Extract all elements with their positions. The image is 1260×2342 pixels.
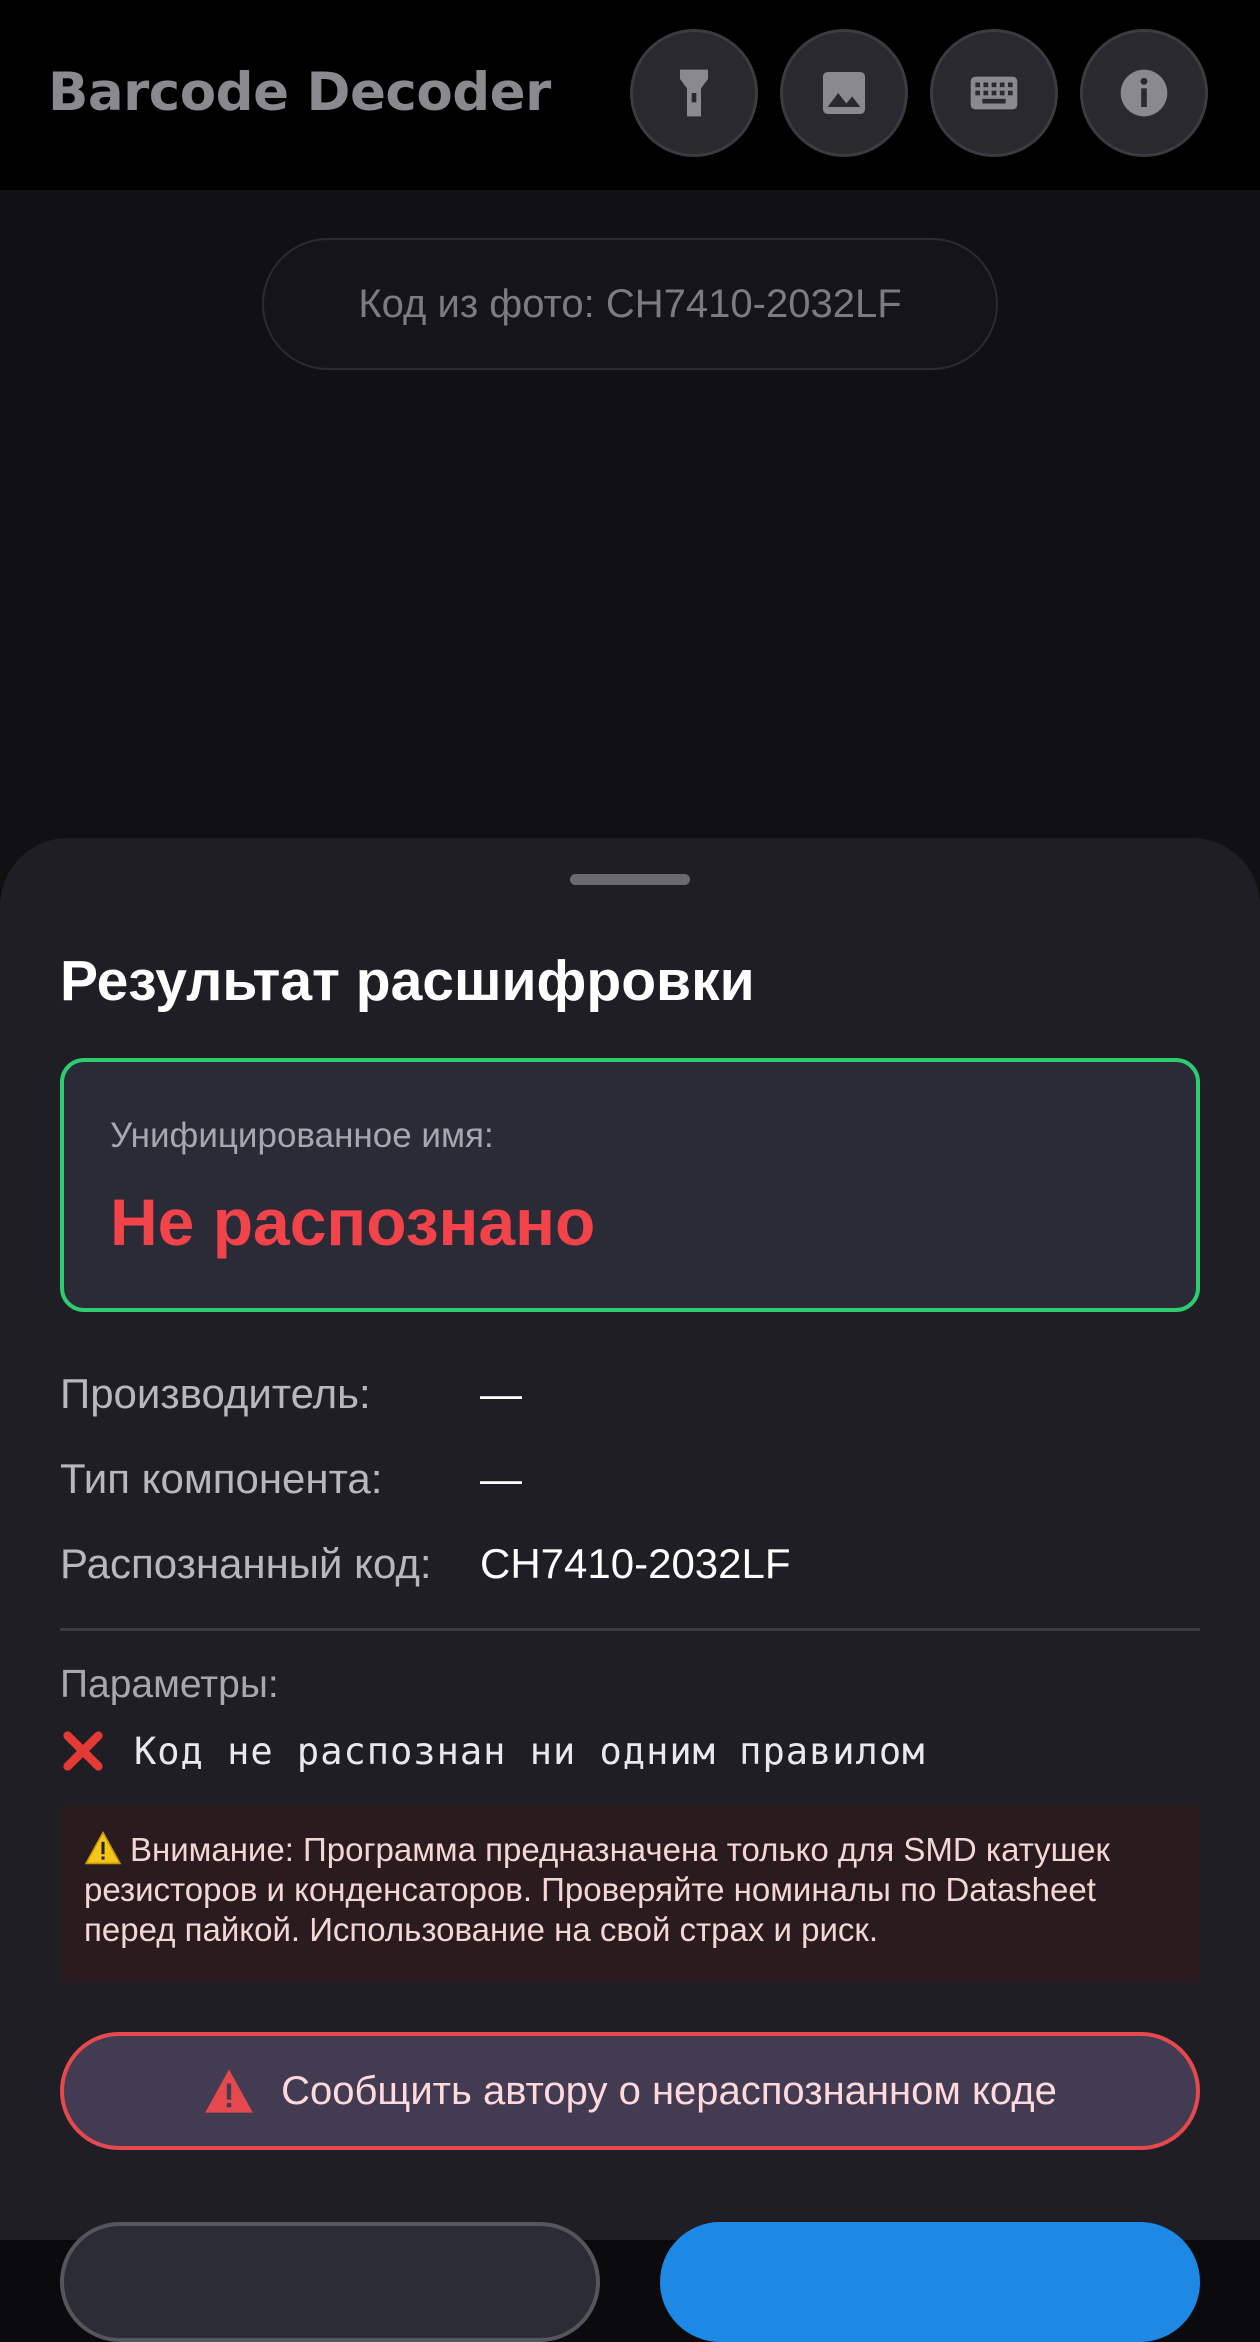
result-bottom-sheet: Результат расшифровки Унифицированное им… — [0, 838, 1260, 2342]
warning-text: Внимание: Программа предназначена только… — [84, 1831, 1110, 1948]
params-label: Параметры: — [60, 1663, 279, 1706]
warning-icon — [84, 1831, 122, 1865]
param-error-text: Код не распознан ни одним правилом — [134, 1729, 926, 1773]
info-button[interactable] — [1080, 29, 1208, 157]
alert-triangle-icon — [205, 2069, 253, 2113]
flashlight-button[interactable] — [630, 29, 758, 157]
sheet-drag-handle[interactable] — [570, 874, 690, 885]
unified-name-card: Унифицированное имя: Не распознано — [60, 1058, 1200, 1312]
cross-mark-icon — [63, 1731, 103, 1771]
report-unrecognized-button[interactable]: Сообщить автору о нераспознанном коде — [60, 2032, 1200, 2150]
top-app-bar: Barcode Decoder — [0, 0, 1260, 190]
gallery-button[interactable] — [780, 29, 908, 157]
warning-box: Внимание: Программа предназначена только… — [60, 1806, 1200, 1982]
secondary-action-button[interactable] — [60, 2222, 600, 2342]
info-icon — [1120, 69, 1168, 117]
sheet-title: Результат расшифровки — [60, 949, 755, 1013]
recognized-code-value: CH7410-2032LF — [480, 1540, 791, 1587]
keyboard-button[interactable] — [930, 29, 1058, 157]
manufacturer-label: Производитель: — [60, 1370, 371, 1417]
recognized-code-label: Распознанный код: — [60, 1540, 432, 1587]
component-type-value: — — [480, 1455, 522, 1502]
manufacturer-value: — — [480, 1370, 522, 1417]
unified-name-label: Унифицированное имя: — [110, 1116, 494, 1155]
app-title: Barcode Decoder — [48, 62, 551, 123]
photo-code-chip: Код из фото: CH7410-2032LF — [262, 238, 998, 370]
image-icon — [823, 72, 865, 114]
param-error-line: Код не распознан ни одним правилом — [60, 1728, 925, 1774]
primary-action-button[interactable] — [660, 2222, 1200, 2342]
keyboard-icon — [970, 76, 1018, 110]
divider — [60, 1628, 1200, 1631]
flashlight-icon — [680, 69, 708, 117]
report-button-label: Сообщить автору о нераспознанном коде — [281, 2068, 1057, 2113]
unified-name-value: Не распознано — [110, 1185, 596, 1259]
component-type-label: Тип компонента: — [60, 1455, 383, 1502]
